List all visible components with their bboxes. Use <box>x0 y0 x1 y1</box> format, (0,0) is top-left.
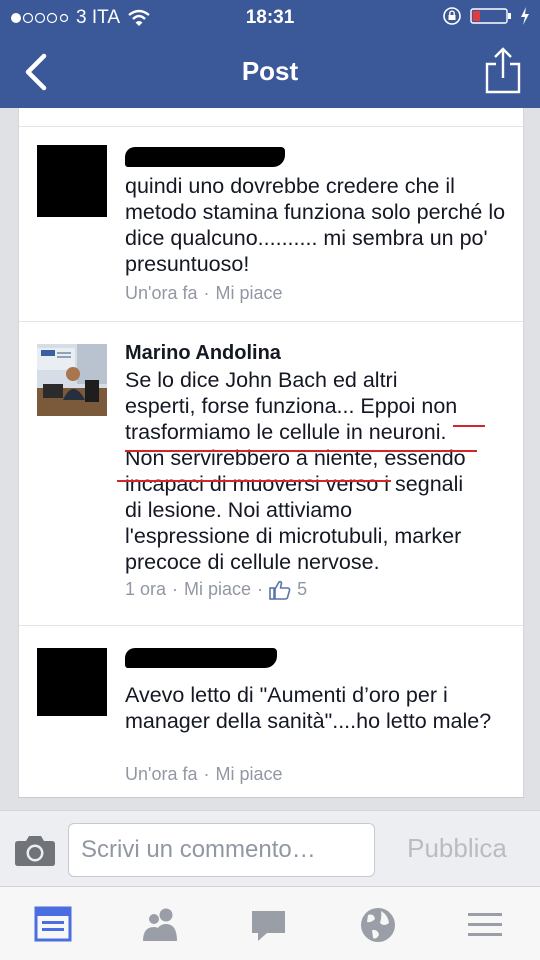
comment-time: Un'ora fa <box>125 764 198 784</box>
globe-icon[interactable] <box>358 905 398 945</box>
comment-composer: Pubblica <box>0 810 540 886</box>
charging-icon <box>521 7 529 25</box>
red-underline-mark <box>125 450 477 452</box>
comment-line: l'espressione di microtubuli, marker <box>125 524 462 548</box>
avatar-redacted[interactable] <box>37 145 107 217</box>
red-underline-mark <box>453 425 485 427</box>
author-name-redacted[interactable] <box>125 147 285 167</box>
page-title: Post <box>241 56 299 86</box>
thumbs-up-icon <box>269 580 291 600</box>
like-count: 5 <box>297 579 308 599</box>
status-right <box>442 6 530 26</box>
messages-icon[interactable] <box>249 905 289 945</box>
comment-text: Se lo dice John Bach ed altri esperti, f… <box>125 367 515 575</box>
like-link[interactable]: Mi piace <box>215 764 282 785</box>
comment-input[interactable] <box>68 823 375 877</box>
battery-icon <box>470 8 511 24</box>
rotation-lock-icon <box>443 7 461 25</box>
comment-text: Avevo letto di "Aumenti d’oro per i mana… <box>125 683 492 733</box>
author-name[interactable]: Marino Andolina <box>125 342 281 365</box>
comment-time: 1 ora <box>125 579 167 599</box>
share-icon[interactable] <box>484 46 522 94</box>
comment-meta: Un'ora fa · Mi piace <box>125 283 283 304</box>
tab-bar <box>0 886 540 960</box>
nav-bar: Post <box>0 36 540 108</box>
publish-button[interactable]: Pubblica <box>384 833 530 864</box>
news-feed-icon[interactable] <box>34 905 74 945</box>
comment-meta: Un'ora fa · Mi piace <box>125 764 283 785</box>
comment-item: Avevo letto di "Aumenti d’oro per i mana… <box>19 626 523 798</box>
red-underline-mark <box>117 480 391 482</box>
comment-line: incapaci di muoversi verso i segnali <box>125 472 464 496</box>
comment-line: trasformiamo le cellule in neuroni. <box>125 420 447 444</box>
comment-line: Non servirebbero a niente, essendo <box>125 446 466 470</box>
meta-separator: · <box>203 283 210 303</box>
comment-line: precoce di cellule nervose. <box>125 550 380 574</box>
comment-item: Marino Andolina Se lo dice John Bach ed … <box>19 322 523 625</box>
menu-icon[interactable] <box>465 905 505 945</box>
meta-separator: · <box>203 764 210 784</box>
comment-line: di lesione. Noi attiviamo <box>125 498 353 522</box>
comment-text: quindi uno dovrebbe credere che il metod… <box>125 174 506 276</box>
author-name-redacted[interactable] <box>125 648 277 668</box>
camera-icon[interactable] <box>14 833 56 867</box>
comments-panel[interactable]: quindi uno dovrebbe credere che il metod… <box>18 108 524 798</box>
meta-separator: · <box>172 579 179 599</box>
avatar-redacted[interactable] <box>37 648 107 716</box>
comment-item: quindi uno dovrebbe credere che il metod… <box>19 127 523 321</box>
comment-meta: 1 ora · Mi piace · 5 <box>125 579 307 600</box>
comment-line: esperti, forse funziona... Eppoi non <box>125 394 458 418</box>
meta-separator: · <box>257 579 264 599</box>
status-bar: 3 ITA 18:31 <box>0 0 540 36</box>
like-link[interactable]: Mi piace <box>184 579 251 600</box>
like-link[interactable]: Mi piace <box>215 283 282 304</box>
comment-time: Un'ora fa <box>125 283 198 303</box>
avatar-photo[interactable] <box>37 344 107 416</box>
comment-line: Se lo dice John Bach ed altri <box>125 368 398 392</box>
friends-icon[interactable] <box>141 905 181 945</box>
